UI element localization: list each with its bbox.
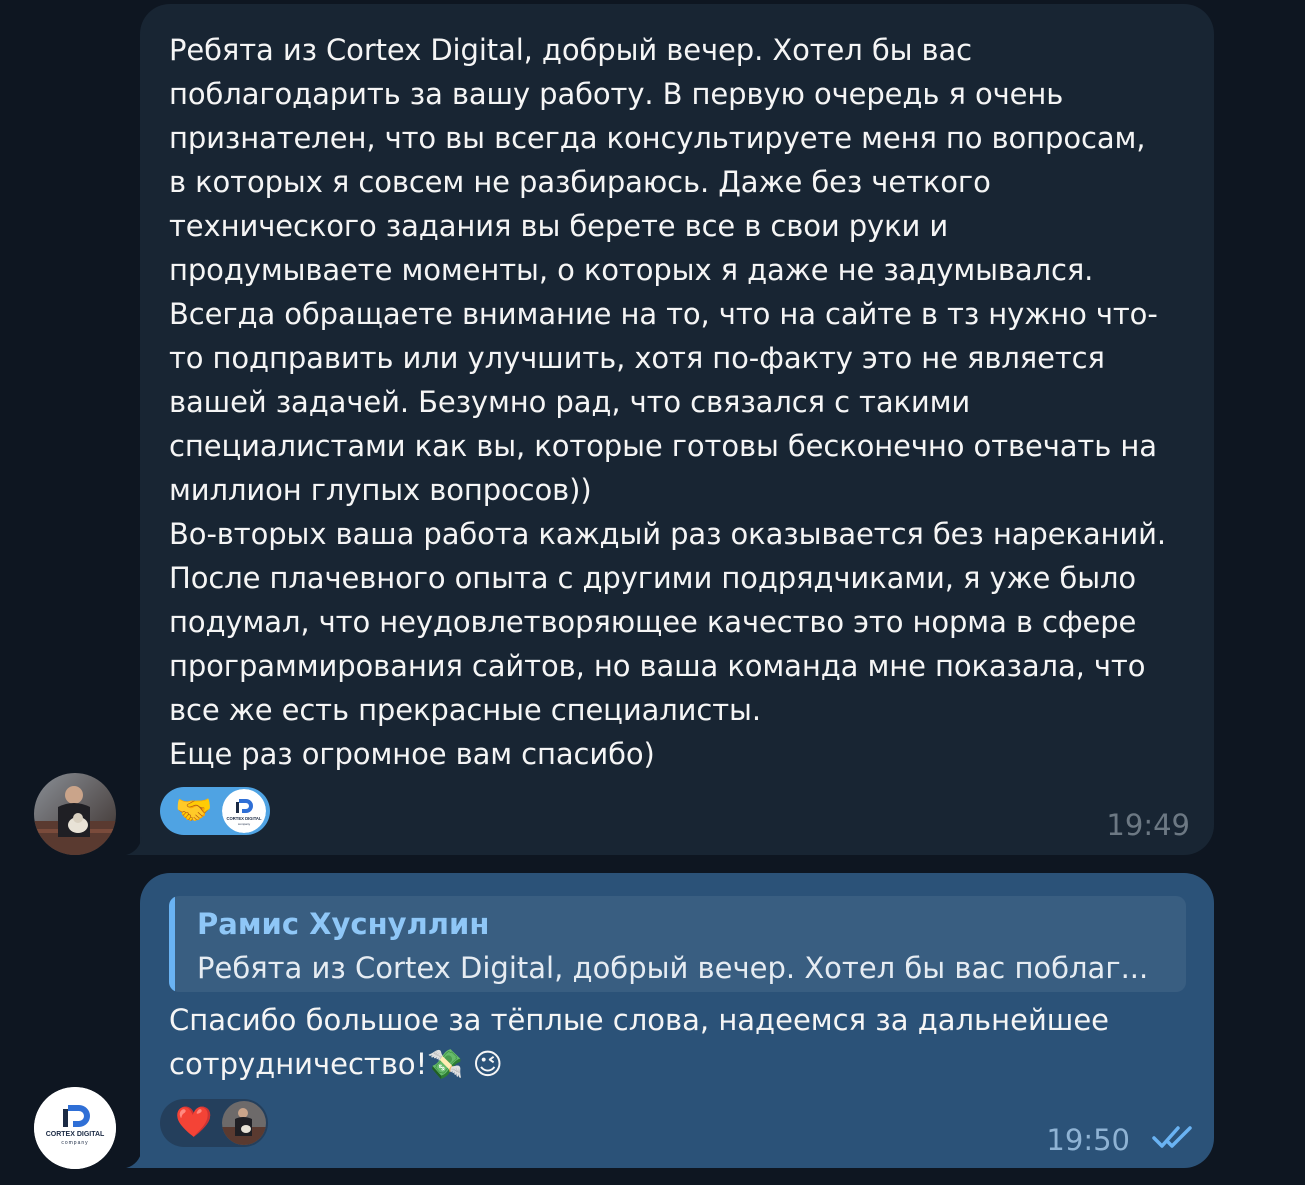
heart-icon: ❤️ bbox=[175, 1105, 213, 1140]
reply-accent-bar bbox=[169, 896, 175, 992]
message-reaction[interactable]: 🤝 CORTEX DIGITAL company bbox=[160, 787, 270, 835]
message-time: 19:49 bbox=[1106, 808, 1190, 842]
chat-history: Ребята из Cortex Digital, добрый вечер. … bbox=[0, 0, 1305, 1185]
reply-quote[interactable]: Рамис Хуснуллин Ребята из Cortex Digital… bbox=[169, 896, 1186, 992]
outgoing-message-bubble[interactable]: Рамис Хуснуллин Ребята из Cortex Digital… bbox=[140, 873, 1214, 1168]
company-avatar[interactable]: CORTEX DIGITAL company bbox=[34, 1087, 116, 1169]
logo-wordmark: CORTEX DIGITAL bbox=[226, 816, 261, 821]
message-text: Спасибо большое за тёплые слова, надеемс… bbox=[169, 1003, 1110, 1081]
logo-wordmark: CORTEX DIGITAL bbox=[46, 1131, 105, 1138]
reply-author-name: Рамис Хуснуллин bbox=[197, 907, 490, 941]
bubble-tail bbox=[126, 837, 142, 855]
sender-avatar[interactable] bbox=[34, 773, 116, 855]
incoming-message-bubble[interactable]: Ребята из Cortex Digital, добрый вечер. … bbox=[140, 4, 1214, 855]
logo-tagline: company bbox=[238, 822, 251, 826]
double-check-icon bbox=[1152, 1124, 1198, 1150]
logo-tagline: company bbox=[61, 1140, 88, 1146]
handshake-icon: 🤝 bbox=[175, 793, 213, 828]
message-time: 19:50 bbox=[1046, 1123, 1130, 1157]
message-text: Ребята из Cortex Digital, добрый вечер. … bbox=[169, 33, 1166, 771]
reply-snippet: Ребята из Cortex Digital, добрый вечер. … bbox=[197, 951, 1149, 985]
reactor-avatar-company: CORTEX DIGITAL company bbox=[222, 789, 266, 833]
reactor-avatar-user bbox=[222, 1101, 266, 1145]
bubble-tail bbox=[126, 1150, 142, 1168]
message-reaction[interactable]: ❤️ bbox=[160, 1099, 268, 1147]
